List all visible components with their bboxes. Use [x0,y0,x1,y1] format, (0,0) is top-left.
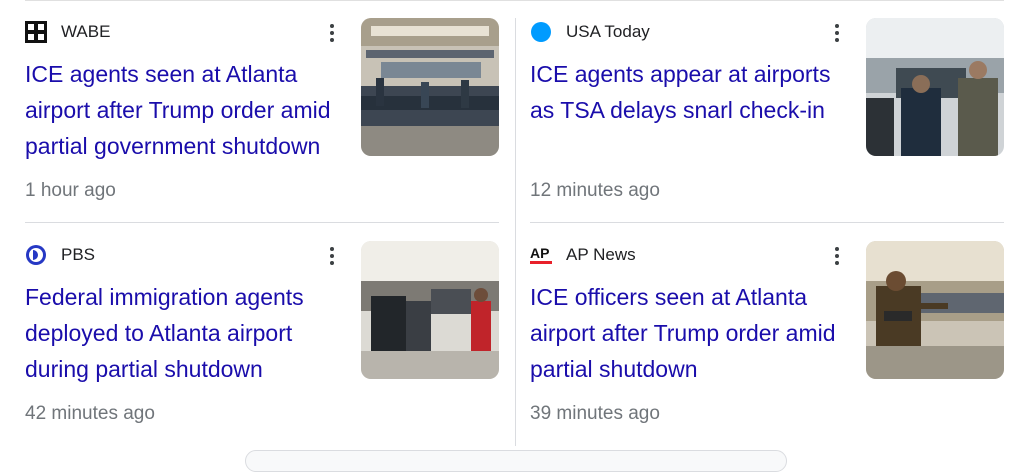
headline-link[interactable]: ICE officers seen at Atlanta airport aft… [530,279,860,387]
source: WABE [25,20,110,44]
usa-today-dot-icon [530,21,552,43]
source: AP AP News [530,243,636,267]
timestamp: 42 minutes ago [25,403,155,424]
source-name: PBS [61,245,96,264]
top-divider [25,0,1004,1]
more-options-button[interactable] [322,243,342,269]
wabe-logo-icon [25,21,47,43]
more-news-pill[interactable] [245,450,787,472]
headline-link[interactable]: ICE agents seen at Atlanta airport after… [25,56,355,164]
timestamp: 12 minutes ago [530,180,660,201]
article-thumbnail[interactable] [361,18,499,156]
headline-link[interactable]: ICE agents appear at airports as TSA del… [530,56,860,128]
news-card[interactable]: PBS Federal immigration agents deployed … [25,241,499,446]
article-thumbnail[interactable] [361,241,499,379]
more-options-button[interactable] [827,243,847,269]
headline-link[interactable]: Federal immigration agents deployed to A… [25,279,355,387]
source-name: AP News [566,245,636,264]
ap-logo-icon: AP [530,244,552,266]
source-name: USA Today [566,22,650,41]
article-thumbnail[interactable] [866,241,1004,379]
source: PBS [25,243,95,267]
news-card[interactable]: AP AP News ICE officers seen at Atlanta … [530,241,1004,446]
svg-text:AP: AP [530,245,549,261]
more-options-button[interactable] [322,20,342,46]
article-thumbnail[interactable] [866,18,1004,156]
timestamp: 1 hour ago [25,180,116,201]
pbs-logo-icon [25,244,47,266]
column-divider [515,18,516,446]
timestamp: 39 minutes ago [530,403,660,424]
news-card[interactable]: USA Today ICE agents appear at airports … [530,18,1004,223]
source-name: WABE [61,22,111,41]
more-options-button[interactable] [827,20,847,46]
news-card[interactable]: WABE ICE agents seen at Atlanta airport … [25,18,499,223]
source: USA Today [530,20,650,44]
